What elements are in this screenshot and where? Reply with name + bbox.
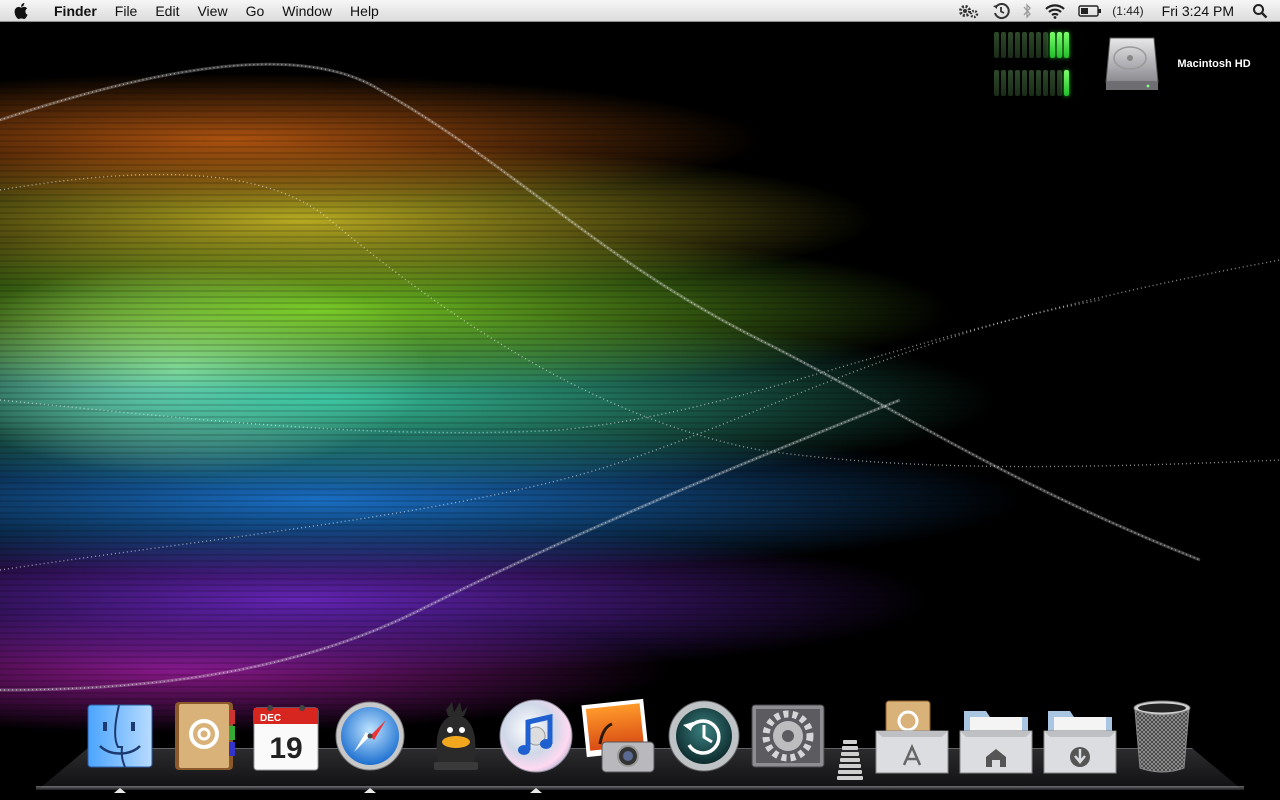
gears-icon[interactable] (952, 0, 986, 22)
dock-iphoto-icon[interactable] (580, 698, 656, 774)
apple-icon[interactable] (0, 0, 42, 22)
meter-bar (1043, 70, 1048, 96)
meter-bar (1029, 70, 1034, 96)
time-machine-icon[interactable] (986, 0, 1016, 22)
meter-row-top (994, 32, 1084, 58)
menu-bar: Finder File Edit View Go Window Help (1:… (0, 0, 1280, 22)
meter-bar (1050, 32, 1055, 58)
meter-bar (1008, 70, 1013, 96)
meter-bar (1015, 32, 1020, 58)
meter-bar (994, 32, 999, 58)
dock-applications-stack-icon[interactable] (874, 698, 950, 774)
dock-system-preferences-icon[interactable] (750, 698, 826, 774)
meter-bar (1057, 70, 1062, 96)
hard-drive-label[interactable]: Macintosh HD (1164, 58, 1264, 70)
meter-bar (1043, 32, 1048, 58)
dock-time-machine-icon[interactable] (666, 698, 742, 774)
dock-trash-icon[interactable] (1124, 698, 1200, 774)
wallpaper-sparkle-curves (0, 62, 1280, 692)
meter-row-bottom (994, 70, 1084, 96)
dock-finder-icon[interactable] (82, 698, 158, 774)
bluetooth-icon[interactable] (1016, 0, 1038, 22)
running-indicator-itunes (530, 788, 542, 793)
meter-bar (1022, 70, 1027, 96)
meter-bar (1057, 32, 1062, 58)
desktop-wallpaper (0, 0, 1280, 800)
meter-bar (1036, 70, 1041, 96)
dock-separator[interactable] (836, 738, 864, 788)
meter-bar (1064, 32, 1069, 58)
hard-drive-icon[interactable] (1100, 32, 1164, 96)
meter-bar (1022, 32, 1027, 58)
battery-icon[interactable] (1072, 0, 1108, 22)
meter-bar (1029, 32, 1034, 58)
meter-bar (1036, 32, 1041, 58)
meter-bar (994, 70, 999, 96)
spotlight-icon[interactable] (1246, 0, 1280, 22)
menu-extras: (1:44) Fri 3:24 PM (952, 0, 1280, 22)
wifi-icon[interactable] (1038, 0, 1072, 22)
activity-meter-widget (994, 32, 1084, 104)
meter-bar (1008, 32, 1013, 58)
menu-window[interactable]: Window (273, 0, 341, 22)
meter-bar (1064, 70, 1069, 96)
menu-view[interactable]: View (188, 0, 236, 22)
menu-clock[interactable]: Fri 3:24 PM (1154, 3, 1246, 19)
running-indicator-safari (364, 788, 376, 793)
menu-help[interactable]: Help (341, 0, 388, 22)
dock-adium-icon[interactable] (418, 698, 494, 774)
battery-time[interactable]: (1:44) (1108, 4, 1153, 18)
dock-address-book-icon[interactable] (166, 698, 242, 774)
ical-month: DEC (260, 713, 281, 724)
menu-go[interactable]: Go (237, 0, 274, 22)
meter-bar (1001, 70, 1006, 96)
dock-ical-icon[interactable]: DEC 19 (248, 698, 324, 774)
dock-safari-icon[interactable] (332, 698, 408, 774)
menu-file[interactable]: File (106, 0, 147, 22)
running-indicator-finder (114, 788, 126, 793)
dock-home-folder-icon[interactable] (958, 698, 1034, 774)
dock: DEC 19 (0, 690, 1280, 800)
menu-app-finder[interactable]: Finder (42, 0, 106, 22)
meter-bar (1050, 70, 1055, 96)
menu-edit[interactable]: Edit (146, 0, 188, 22)
meter-bar (1015, 70, 1020, 96)
dock-downloads-folder-icon[interactable] (1042, 698, 1118, 774)
dock-itunes-icon[interactable] (498, 698, 574, 774)
ical-day: 19 (269, 732, 302, 765)
dock-shelf-edge (36, 786, 1244, 790)
meter-bar (1001, 32, 1006, 58)
